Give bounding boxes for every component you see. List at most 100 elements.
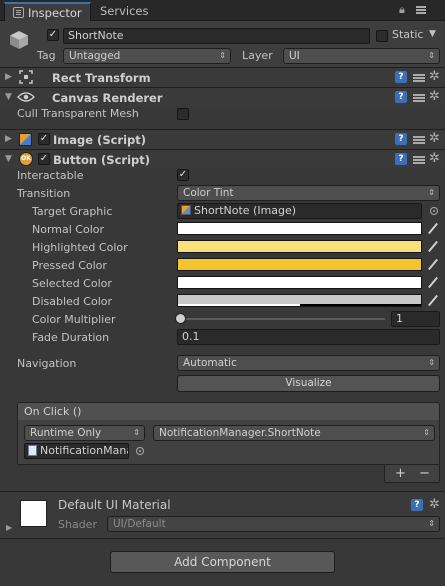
dropdown-arrow-icon: ⇕ (428, 519, 435, 528)
layer-dropdown[interactable]: UI ⇕ (283, 48, 440, 64)
cull-transparent-mesh-toggle[interactable] (177, 108, 189, 120)
target-graphic-value: ShortNote (Image) (194, 204, 297, 217)
tag-value: Untagged (69, 50, 121, 62)
color-multiplier-thumb[interactable] (175, 313, 186, 324)
fold-right-icon[interactable]: ▶ (5, 134, 12, 144)
selected-color-swatch[interactable] (177, 276, 422, 289)
layer-label: Layer (242, 49, 273, 62)
dropdown-arrow-icon: ⇕ (428, 51, 435, 60)
component-canvas-renderer[interactable]: ▼ Canvas Renderer ? ✲ (0, 87, 445, 107)
transition-dropdown[interactable]: Color Tint ⇕ (177, 185, 440, 201)
eye-icon (17, 91, 35, 103)
color-multiplier-track[interactable] (180, 318, 385, 320)
navigation-value: Automatic (183, 357, 237, 369)
gear-icon[interactable]: ✲ (429, 90, 440, 103)
onclick-list: Runtime Only ⇕ NotificationManager.ShortN… (17, 420, 440, 465)
interactable-label: Interactable (17, 169, 84, 182)
help-icon[interactable]: ? (395, 133, 407, 145)
add-component-button[interactable]: Add Component (110, 551, 335, 573)
interactable-toggle[interactable]: ✓ (177, 169, 189, 181)
onclick-footer: + − (384, 465, 440, 483)
shader-value: UI/Default (113, 518, 166, 530)
tab-inspector[interactable]: Inspector (4, 2, 91, 21)
tag-label: Tag (37, 49, 56, 62)
normal-color-swatch[interactable] (177, 222, 422, 235)
dropdown-arrow-icon: ⇕ (428, 188, 435, 197)
gameobject-header: ✓ ShortNote Static ▼ Tag Untagged ⇕ Layer… (0, 21, 445, 68)
function-dropdown[interactable]: NotificationManager.ShortNote ⇕ (153, 425, 435, 441)
disabled-color-label: Disabled Color (32, 295, 113, 308)
presets-icon[interactable] (413, 155, 425, 165)
eyedropper-icon[interactable] (428, 222, 438, 234)
target-graphic-label: Target Graphic (32, 205, 113, 218)
highlighted-color-swatch[interactable] (177, 240, 422, 253)
help-icon[interactable]: ? (395, 91, 407, 103)
color-multiplier-field[interactable]: 1 (391, 311, 440, 327)
lock-icon[interactable]: 🔒︎ (399, 3, 405, 17)
rect-transform-icon (19, 70, 33, 84)
dropdown-arrow-icon: ⇕ (219, 51, 226, 60)
help-icon[interactable]: ? (395, 153, 407, 165)
navigation-dropdown[interactable]: Automatic ⇕ (177, 355, 440, 371)
fold-right-icon[interactable]: ▶ (6, 523, 12, 532)
gear-icon[interactable]: ✲ (429, 498, 440, 511)
image-script-title: Image (Script) (53, 133, 147, 147)
dropdown-arrow-icon: ⇕ (428, 358, 435, 367)
eyedropper-icon[interactable] (428, 276, 438, 288)
script-object-icon (28, 445, 37, 456)
tag-dropdown[interactable]: Untagged ⇕ (63, 48, 231, 64)
runtime-dropdown[interactable]: Runtime Only ⇕ (24, 425, 145, 441)
fold-down-icon[interactable]: ▼ (5, 154, 12, 164)
component-button-script[interactable]: ▼ OK ✓ Button (Script) ? ✲ (0, 149, 445, 169)
object-picker-icon[interactable] (430, 207, 438, 215)
component-image-script[interactable]: ▶ ✓ Image (Script) ? ✲ (0, 129, 445, 149)
onclick-object-value: NotificationMana (40, 444, 129, 457)
material-name: Default UI Material (58, 498, 171, 512)
static-dropdown-icon[interactable]: ▼ (429, 29, 436, 39)
pressed-color-label: Pressed Color (32, 259, 107, 272)
gameobject-icon (8, 29, 30, 51)
tab-menu-icon[interactable] (414, 3, 428, 17)
gear-icon[interactable]: ✲ (429, 152, 440, 165)
shader-dropdown[interactable]: UI/Default ⇕ (107, 516, 440, 532)
disabled-color-swatch[interactable] (177, 294, 422, 307)
gear-icon[interactable]: ✲ (429, 70, 440, 83)
material-preview[interactable] (20, 500, 47, 527)
normal-color-label: Normal Color (32, 223, 105, 236)
onclick-object-field[interactable]: NotificationMana (24, 443, 129, 459)
transition-value: Color Tint (183, 187, 234, 199)
layer-value: UI (289, 50, 300, 62)
presets-icon[interactable] (413, 73, 425, 83)
name-field[interactable]: ShortNote (63, 28, 370, 44)
transition-label: Transition (17, 187, 71, 200)
fold-right-icon[interactable]: ▶ (5, 72, 12, 82)
highlighted-color-label: Highlighted Color (32, 241, 128, 254)
alpha-bar-remainder (300, 304, 421, 306)
presets-icon[interactable] (413, 93, 425, 103)
active-toggle[interactable]: ✓ (47, 29, 59, 41)
help-icon[interactable]: ? (395, 71, 407, 83)
fade-duration-field[interactable]: 0.1 (177, 329, 440, 345)
canvas-renderer-title: Canvas Renderer (52, 91, 163, 105)
visualize-button[interactable]: Visualize (177, 375, 440, 392)
fold-down-icon[interactable]: ▼ (5, 92, 12, 102)
help-icon[interactable]: ? (411, 499, 423, 511)
onclick-header: On Click () (17, 402, 440, 421)
eyedropper-icon[interactable] (428, 258, 438, 270)
add-event-button[interactable]: + (395, 466, 406, 481)
presets-icon[interactable] (413, 135, 425, 145)
object-picker-icon[interactable] (136, 447, 144, 455)
component-rect-transform[interactable]: ▶ Rect Transform ? ✲ (0, 67, 445, 87)
gear-icon[interactable]: ✲ (429, 132, 440, 145)
eyedropper-icon[interactable] (428, 294, 438, 306)
eyedropper-icon[interactable] (428, 240, 438, 252)
tab-services[interactable]: Services (92, 2, 157, 21)
button-enabled-toggle[interactable]: ✓ (38, 153, 50, 165)
selected-color-label: Selected Color (32, 277, 112, 290)
pressed-color-swatch[interactable] (177, 258, 422, 271)
image-enabled-toggle[interactable]: ✓ (38, 133, 50, 145)
button-script-title: Button (Script) (53, 153, 150, 167)
target-graphic-field[interactable]: ShortNote (Image) (177, 203, 422, 219)
static-toggle[interactable] (376, 30, 388, 42)
remove-event-button[interactable]: − (419, 466, 430, 481)
